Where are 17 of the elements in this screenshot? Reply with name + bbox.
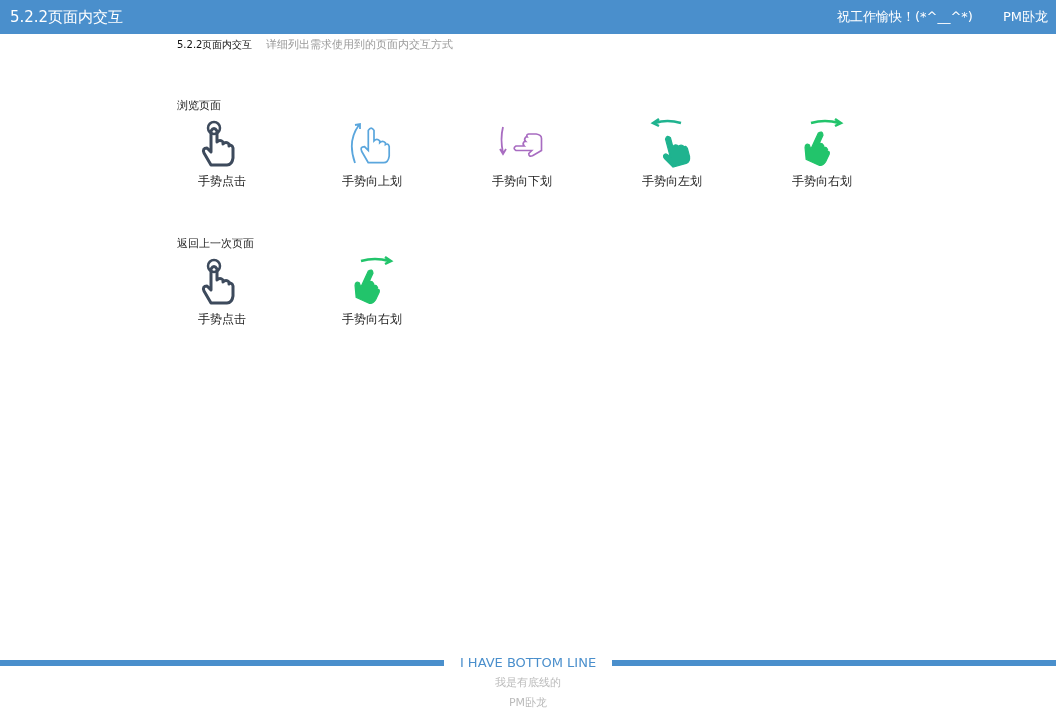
group-title: 返回上一次页面 <box>177 236 255 251</box>
section-description: 详细列出需求使用到的页面内交互方式 <box>266 37 454 52</box>
gesture-label: 手势点击 <box>198 173 246 190</box>
greeting-text: 祝工作愉快！(*^__^*) <box>837 8 973 26</box>
gesture-label: 手势点击 <box>198 311 246 328</box>
gesture-label: 手势向下划 <box>492 173 552 190</box>
gesture-label: 手势向左划 <box>642 173 702 190</box>
footer-slogan: I HAVE BOTTOM LINE <box>459 655 597 670</box>
footer-brand: PM卧龙 <box>508 695 548 710</box>
section-heading: 5.2.2页面内交互 <box>177 38 253 52</box>
footer-text: 我是有底线的 <box>495 675 561 690</box>
brand-name: PM卧龙 <box>1002 8 1048 26</box>
page-title: 5.2.2页面内交互 <box>10 7 125 27</box>
gesture-label: 手势向右划 <box>792 173 852 190</box>
gesture-label: 手势向右划 <box>342 311 402 328</box>
gesture-label: 手势向上划 <box>342 173 402 190</box>
group-title: 浏览页面 <box>177 98 222 113</box>
